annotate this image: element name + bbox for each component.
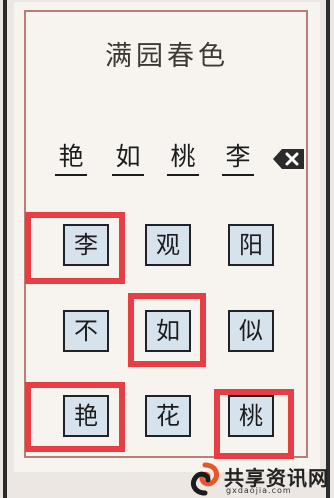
- scroll-edge-right: [326, 0, 330, 498]
- answer-slot-1[interactable]: 艳: [55, 140, 87, 176]
- char-tile[interactable]: 艳: [63, 395, 109, 437]
- logo-icon: [190, 462, 220, 496]
- char-tile[interactable]: 阳: [228, 224, 274, 266]
- watermark: 共享资讯网 gxdaojia.com: [186, 462, 334, 498]
- char-tile[interactable]: 如: [145, 310, 191, 352]
- backspace-icon: [273, 149, 304, 169]
- char-tile[interactable]: 李: [63, 224, 109, 266]
- char-tile[interactable]: 桃: [228, 395, 274, 437]
- char-tile[interactable]: 花: [145, 395, 191, 437]
- answer-slot-4[interactable]: 李: [222, 140, 254, 176]
- puzzle-title: 满园春色: [105, 41, 229, 72]
- answer-slot-3[interactable]: 桃: [167, 140, 199, 176]
- backspace-button[interactable]: [272, 147, 306, 171]
- char-tile[interactable]: 似: [228, 310, 274, 352]
- char-tile[interactable]: 不: [63, 310, 109, 352]
- watermark-domain: gxdaojia.com: [226, 486, 292, 495]
- answer-slot-2[interactable]: 如: [112, 140, 144, 176]
- scroll-edge-left: [3, 0, 7, 498]
- char-tile[interactable]: 观: [145, 224, 191, 266]
